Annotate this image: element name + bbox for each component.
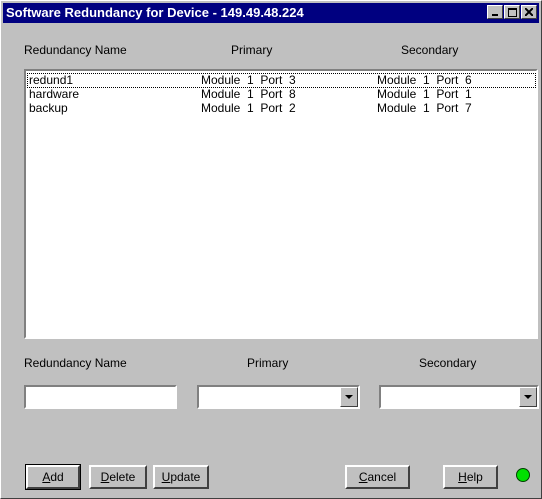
- row-secondary: Module 1 Port 7: [377, 101, 472, 115]
- row-name: redund1: [29, 73, 74, 87]
- list-item[interactable]: hardware Module 1 Port 8 Module 1 Port 1: [28, 88, 535, 101]
- minimize-icon: [492, 14, 498, 16]
- update-button-label: pdate: [170, 470, 201, 484]
- primary-label: Primary: [247, 356, 289, 370]
- redundancy-list[interactable]: redund1 Module 1 Port 3 Module 1 Port 6 …: [24, 69, 538, 339]
- primary-select[interactable]: [197, 385, 360, 409]
- close-icon: [525, 8, 533, 16]
- secondary-label: Secondary: [419, 356, 477, 370]
- status-indicator-icon: [516, 468, 530, 482]
- maximize-button[interactable]: [504, 5, 520, 19]
- row-secondary: Module 1 Port 6: [377, 73, 472, 87]
- row-name: backup: [29, 101, 68, 115]
- primary-dropdown-button[interactable]: [340, 387, 358, 407]
- row-primary: Module 1 Port 2: [201, 101, 296, 115]
- row-secondary: Module 1 Port 1: [377, 87, 472, 101]
- update-button[interactable]: Update: [153, 465, 209, 489]
- column-header-secondary: Secondary: [401, 43, 459, 57]
- title-bar[interactable]: Software Redundancy for Device - 149.49.…: [3, 3, 539, 23]
- delete-button-mnemonic: D: [100, 470, 110, 484]
- column-header-name: Redundancy Name: [24, 43, 127, 57]
- add-button-label: dd: [50, 470, 64, 484]
- list-item[interactable]: backup Module 1 Port 2 Module 1 Port 7: [28, 102, 535, 115]
- cancel-button-mnemonic: C: [358, 470, 368, 484]
- help-button-mnemonic: H: [458, 470, 467, 484]
- row-name: hardware: [29, 87, 80, 101]
- secondary-dropdown-button[interactable]: [519, 387, 537, 407]
- window-title: Software Redundancy for Device - 149.49.…: [6, 5, 304, 20]
- cancel-button[interactable]: Cancel: [345, 465, 410, 489]
- help-button[interactable]: Help: [443, 465, 498, 489]
- minimize-button[interactable]: [487, 5, 503, 19]
- add-button[interactable]: Add: [25, 464, 81, 490]
- row-primary: Module 1 Port 3: [201, 73, 296, 87]
- column-header-primary: Primary: [231, 43, 273, 57]
- add-button-mnemonic: A: [42, 470, 51, 484]
- list-item[interactable]: redund1 Module 1 Port 3 Module 1 Port 6: [27, 73, 536, 88]
- name-label: Redundancy Name: [24, 356, 127, 370]
- chevron-down-icon: [345, 394, 353, 399]
- delete-button[interactable]: Delete: [89, 465, 147, 489]
- row-primary: Module 1 Port 8: [201, 87, 296, 101]
- cancel-button-label: ancel: [367, 470, 397, 484]
- update-button-mnemonic: U: [161, 470, 171, 484]
- chevron-down-icon: [524, 394, 532, 399]
- delete-button-label: elete: [109, 470, 136, 484]
- dialog-window: Software Redundancy for Device - 149.49.…: [0, 0, 542, 499]
- help-button-label: elp: [466, 470, 483, 484]
- maximize-icon: [507, 7, 517, 17]
- close-button[interactable]: [521, 5, 537, 19]
- secondary-select[interactable]: [379, 385, 539, 409]
- redundancy-name-input[interactable]: [24, 385, 177, 409]
